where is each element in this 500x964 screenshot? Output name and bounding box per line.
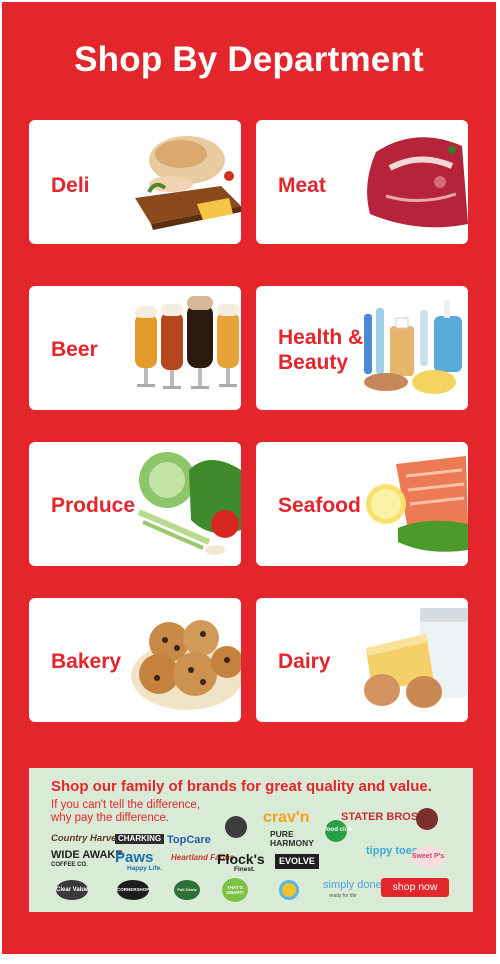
steak-icon — [367, 137, 468, 228]
toiletries-icon — [364, 300, 462, 394]
department-label: Meat — [278, 174, 326, 197]
beer-glasses-icon — [135, 296, 239, 389]
brands-headline: Shop our family of brands for great qual… — [51, 778, 432, 795]
department-label: Bakery — [51, 650, 122, 673]
stater-bros-logo: STATER BROS. — [341, 811, 422, 823]
charking-logo: CHARKING — [115, 834, 165, 844]
food-club-label: food club — [325, 827, 352, 833]
paws-sub: Happy Life. — [127, 865, 163, 872]
cookies-icon — [131, 620, 241, 710]
brand-badge-logo — [279, 880, 299, 900]
department-card-seafood[interactable]: Seafood — [256, 442, 468, 566]
department-card-health-beauty[interactable]: Health & Beauty — [256, 286, 468, 410]
pure-harmony-logo: PURE HARMONY — [270, 829, 314, 848]
department-card-dairy[interactable]: Dairy — [256, 598, 468, 722]
department-label: Produce — [51, 494, 136, 517]
topcare-logo: TopCare — [167, 834, 211, 846]
clear-value-logo: Clear Value — [56, 880, 88, 900]
milk-cheese-eggs-icon — [364, 608, 468, 708]
shop-now-button[interactable]: shop now — [381, 878, 449, 897]
department-card-bakery[interactable]: Bakery — [29, 598, 241, 722]
flocks-sub: Finest. — [234, 866, 255, 873]
department-card-deli[interactable]: Deli — [29, 120, 241, 244]
simply-done-logo: simply done — [323, 879, 382, 891]
wide-awake-logo: WIDE AWAKE — [51, 849, 123, 861]
department-card-beer[interactable]: Beer — [29, 286, 241, 410]
deli-meat-icon — [135, 136, 241, 230]
department-label: Dairy — [278, 650, 331, 673]
wide-awake-sub: COFFEE CO. — [51, 862, 88, 868]
full-circle-label: Full Circle — [177, 887, 197, 892]
salmon-icon — [366, 456, 468, 552]
paws-logo: Paws — [115, 849, 154, 866]
evolve-logo: EVOLVE — [275, 854, 319, 869]
full-circle-logo: Full Circle — [174, 880, 200, 900]
department-label: Seafood — [278, 494, 361, 517]
shop-by-department-panel: Shop By Department Deli Meat Beer Health… — [2, 2, 496, 954]
department-label: Beer — [51, 338, 98, 361]
simply-done-sub: ready for life — [329, 893, 357, 899]
brands-subtext: If you can't tell the difference, why pa… — [51, 799, 201, 824]
department-label: Deli — [51, 174, 90, 197]
sweet-ps-logo: Sweet P's — [411, 846, 445, 868]
culinary-tours-logo — [225, 816, 247, 838]
food-club-logo: food club — [325, 820, 352, 842]
store-brands-banner: Shop our family of brands for great qual… — [29, 768, 473, 912]
vegetables-icon — [137, 452, 241, 555]
department-card-meat[interactable]: Meat — [256, 120, 468, 244]
over-the-top-logo — [416, 808, 438, 830]
country-harvest-logo: Country Harvest — [51, 833, 125, 844]
department-card-produce[interactable]: Produce — [29, 442, 241, 566]
cravn-logo: crav'n — [263, 809, 310, 826]
page-title: Shop By Department — [74, 40, 424, 79]
flocks-logo: Flock's — [217, 851, 265, 867]
cornershop-logo: CORNERSHOP — [117, 880, 149, 900]
thats-smart-logo: THAT'S SMART! — [222, 878, 248, 902]
